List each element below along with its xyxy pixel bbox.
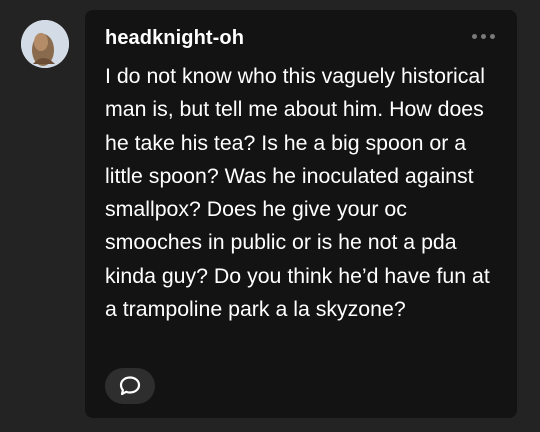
- ask-text: I do not know who this vaguely historica…: [105, 64, 490, 322]
- dot: [472, 34, 477, 39]
- reply-button[interactable]: [105, 368, 155, 404]
- dot: [490, 34, 495, 39]
- avatar-image: [21, 20, 69, 68]
- reply-bubble-icon: [119, 376, 141, 396]
- dot: [481, 34, 486, 39]
- avatar[interactable]: [21, 20, 69, 68]
- ask-card: headknight-oh I do not know who this vag…: [85, 10, 517, 418]
- username[interactable]: headknight-oh: [105, 27, 244, 50]
- page: headknight-oh I do not know who this vag…: [0, 0, 540, 432]
- more-options-icon[interactable]: [472, 34, 495, 39]
